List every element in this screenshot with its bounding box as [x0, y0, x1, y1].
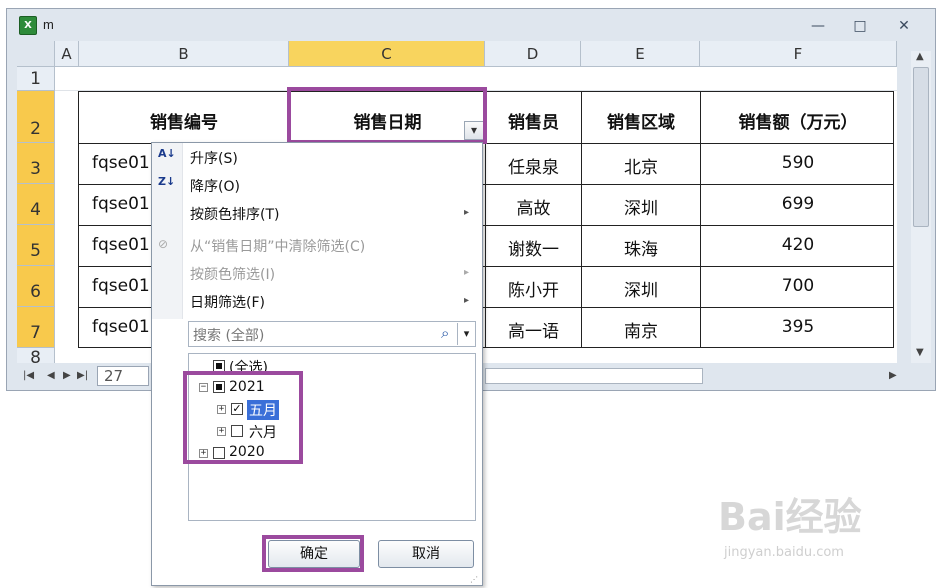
row-header-4[interactable]: 4 — [17, 184, 55, 225]
row-header-7[interactable]: 7 — [17, 307, 55, 348]
cell-f5[interactable]: 420 — [701, 235, 895, 255]
cell-e6[interactable]: 深圳 — [582, 276, 700, 301]
menu-icon-column — [152, 143, 183, 319]
restore-button[interactable]: □ — [847, 17, 873, 35]
cell-b5[interactable]: fqse01 — [92, 235, 150, 255]
cell-d3[interactable]: 任泉泉 — [486, 153, 581, 178]
submenu-arrow-icon: ▸ — [464, 267, 470, 278]
excel-icon: X — [19, 16, 37, 35]
menu-item-sort-by-color[interactable]: 按颜色排序(T) — [190, 204, 279, 224]
row-header-2[interactable]: 2 — [17, 91, 55, 143]
cancel-button[interactable]: 取消 — [378, 540, 474, 568]
scroll-right-icon[interactable]: ▶ — [889, 370, 897, 381]
header-cell-sales-amount[interactable]: 销售额（万元） — [701, 108, 895, 133]
sheet-tab[interactable]: 27 — [97, 366, 149, 386]
scroll-up-icon[interactable]: ▲ — [916, 51, 924, 62]
baidu-watermark-url: jingyan.baidu.com — [724, 545, 844, 560]
row-header-6[interactable]: 6 — [17, 266, 55, 307]
row-header-3[interactable]: 3 — [17, 143, 55, 184]
submenu-arrow-icon: ▸ — [464, 207, 470, 218]
sort-ascending-icon: A↓ — [158, 147, 176, 160]
window-title: m — [43, 17, 54, 32]
cell-b4[interactable]: fqse01 — [92, 194, 150, 214]
cell-e3[interactable]: 北京 — [582, 153, 700, 178]
cell-f6[interactable]: 700 — [701, 276, 895, 296]
vertical-scrollbar[interactable]: ▲ ▼ — [911, 51, 931, 363]
cell-d6[interactable]: 陈小开 — [486, 276, 581, 301]
column-header-a[interactable]: A — [55, 41, 79, 67]
cell-f7[interactable]: 395 — [701, 317, 895, 337]
menu-item-filter-by-color[interactable]: 按颜色筛选(I) — [190, 264, 275, 284]
next-sheet-icon[interactable]: ▶ — [63, 370, 71, 381]
cell-f3[interactable]: 590 — [701, 153, 895, 173]
column-header-f[interactable]: F — [700, 41, 897, 67]
cell-e5[interactable]: 珠海 — [582, 235, 700, 260]
search-placeholder: 搜索 (全部) — [193, 328, 265, 344]
prev-sheet-icon[interactable]: ◀ — [47, 370, 55, 381]
row-header-5[interactable]: 5 — [17, 225, 55, 266]
last-sheet-icon[interactable]: ▶| — [77, 370, 88, 381]
autofilter-dropdown[interactable]: A↓ 升序(S) Z↓ 降序(O) 按颜色排序(T) ▸ ⊘ 从“销售日期”中清… — [151, 142, 483, 586]
search-icon[interactable]: ⌕ — [441, 324, 449, 342]
cell-d7[interactable]: 高一语 — [486, 317, 581, 342]
sort-descending-icon: Z↓ — [158, 175, 176, 188]
header-cell-sales-id[interactable]: 销售编号 — [79, 108, 289, 133]
column-header-c[interactable]: C — [289, 41, 485, 67]
minimize-button[interactable]: — — [805, 17, 831, 35]
cell-e4[interactable]: 深圳 — [582, 194, 700, 219]
highlight-box-header — [287, 87, 487, 144]
cell-b6[interactable]: fqse01 — [92, 276, 150, 296]
cell-d4[interactable]: 高故 — [486, 194, 581, 219]
search-dropdown-icon[interactable]: ▾ — [457, 323, 475, 345]
header-cell-sales-region[interactable]: 销售区域 — [582, 108, 700, 133]
cell-b3[interactable]: fqse01 — [92, 153, 150, 173]
select-all-corner[interactable] — [17, 41, 55, 67]
row-header-8[interactable]: 8 — [17, 348, 55, 363]
column-header-d[interactable]: D — [485, 41, 581, 67]
column-header-b[interactable]: B — [79, 41, 289, 67]
cell-e7[interactable]: 南京 — [582, 317, 700, 342]
search-input[interactable]: 搜索 (全部) ⌕ ▾ — [188, 321, 476, 347]
baidu-watermark: Bai经验 — [718, 495, 862, 539]
close-button[interactable]: ✕ — [891, 17, 917, 35]
resize-grip-icon[interactable]: ⋰ — [470, 575, 478, 584]
title-bar: X m — □ ✕ — [7, 9, 935, 41]
menu-item-clear-filter[interactable]: 从“销售日期”中清除筛选(C) — [190, 236, 365, 256]
submenu-arrow-icon: ▸ — [464, 295, 470, 306]
menu-item-sort-descending[interactable]: 降序(O) — [190, 176, 240, 196]
cell-d5[interactable]: 谢数一 — [486, 235, 581, 260]
cell-f4[interactable]: 699 — [701, 194, 895, 214]
horizontal-scroll-thumb[interactable] — [485, 368, 703, 384]
scroll-down-icon[interactable]: ▼ — [916, 347, 924, 358]
highlight-box-2021 — [183, 371, 303, 464]
first-sheet-icon[interactable]: |◀ — [23, 370, 34, 381]
menu-item-sort-ascending[interactable]: 升序(S) — [190, 148, 238, 168]
scroll-thumb[interactable] — [913, 67, 929, 227]
header-cell-salesperson[interactable]: 销售员 — [486, 108, 581, 133]
highlight-box-ok — [262, 535, 364, 572]
column-header-e[interactable]: E — [581, 41, 700, 67]
row-header-1[interactable]: 1 — [17, 67, 55, 91]
clear-filter-icon: ⊘ — [158, 237, 169, 251]
cell-b7[interactable]: fqse01 — [92, 317, 150, 337]
menu-item-date-filters[interactable]: 日期筛选(F) — [190, 292, 265, 312]
